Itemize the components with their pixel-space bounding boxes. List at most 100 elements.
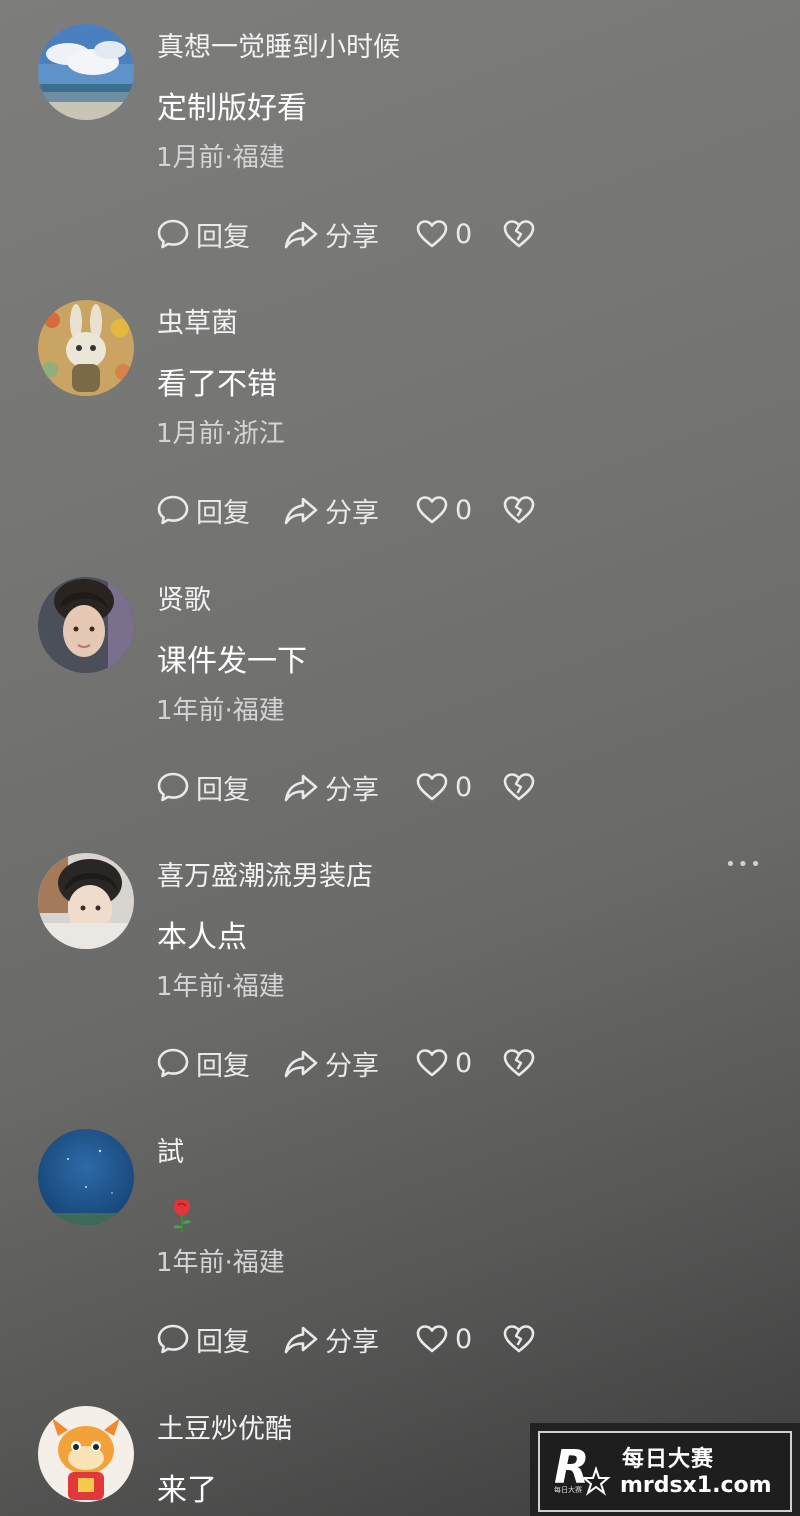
comment-meta: 1月前·福建 xyxy=(156,143,285,173)
watermark-small-text: 每日大赛 xyxy=(554,1486,582,1494)
avatar[interactable] xyxy=(38,1129,134,1225)
comment-bubble-icon xyxy=(157,219,189,249)
share-label: 分享 xyxy=(325,1050,379,1082)
avatar[interactable] xyxy=(38,853,134,949)
dislike-button[interactable] xyxy=(502,1319,536,1359)
comment-username[interactable]: 喜万盛潮流男装店 xyxy=(157,859,373,895)
like-count: 0 xyxy=(455,494,473,526)
portrait-avatar-image xyxy=(38,577,134,673)
like-count: 0 xyxy=(455,218,473,250)
portrait-avatar-image xyxy=(38,853,134,949)
like-count: 0 xyxy=(455,1047,473,1079)
avatar[interactable] xyxy=(38,300,134,396)
comment-meta: 1月前·浙江 xyxy=(156,419,285,449)
like-count: 0 xyxy=(455,1323,473,1355)
comment-username[interactable]: 試 xyxy=(157,1135,184,1171)
share-arrow-icon xyxy=(284,1326,318,1354)
broken-heart-icon xyxy=(503,1049,535,1077)
reply-label: 回复 xyxy=(196,497,250,529)
reply-label: 回复 xyxy=(196,774,250,806)
share-button[interactable]: 分享 xyxy=(283,1319,379,1359)
comment-text xyxy=(157,1194,195,1234)
comment-username[interactable]: 贤歌 xyxy=(157,583,211,619)
reply-label: 回复 xyxy=(196,1326,250,1358)
heart-icon xyxy=(416,220,448,248)
share-arrow-icon xyxy=(284,774,318,802)
dislike-button[interactable] xyxy=(502,490,536,530)
broken-heart-icon xyxy=(503,496,535,524)
comment-item: 試 1年前·福建 回复 分享 0 xyxy=(0,1105,800,1381)
share-button[interactable]: 分享 xyxy=(283,490,379,530)
rabbit-avatar-image xyxy=(38,300,134,396)
comment-username[interactable]: 真想一觉睡到小时候 xyxy=(157,30,400,66)
comment-meta: 1年前·福建 xyxy=(156,696,285,726)
heart-icon xyxy=(416,496,448,524)
watermark-title: 每日大赛 xyxy=(622,1447,715,1472)
comment-username[interactable]: 土豆炒优酷 xyxy=(157,1412,292,1448)
comment-bubble-icon xyxy=(157,772,189,802)
reply-button[interactable]: 回复 xyxy=(156,1319,250,1359)
comment-text: 课件发一下 xyxy=(157,644,307,679)
comment-actions: 回复 分享 0 xyxy=(156,214,556,254)
comment-item: 喜万盛潮流男装店 ••• 本人点 1年前·福建 回复 分享 0 xyxy=(0,829,800,1105)
dislike-button[interactable] xyxy=(502,1043,536,1083)
watermark-url: mrdsx1.com xyxy=(620,1473,772,1498)
comment-bubble-icon xyxy=(157,1048,189,1078)
heart-icon xyxy=(416,1049,448,1077)
like-button[interactable]: 0 xyxy=(415,214,472,254)
dislike-button[interactable] xyxy=(502,767,536,807)
share-button[interactable]: 分享 xyxy=(283,214,379,254)
share-arrow-icon xyxy=(284,497,318,525)
comment-bubble-icon xyxy=(157,495,189,525)
comment-actions: 回复 分享 0 xyxy=(156,767,556,807)
comment-meta: 1年前·福建 xyxy=(156,1248,285,1278)
share-arrow-icon xyxy=(284,221,318,249)
comment-actions: 回复 分享 0 xyxy=(156,1043,556,1083)
starry-sky-avatar-image xyxy=(38,1129,134,1225)
watermark-frame: R 每日大赛 每日大赛 mrdsx1.com xyxy=(538,1431,792,1512)
like-button[interactable]: 0 xyxy=(415,490,472,530)
reply-button[interactable]: 回复 xyxy=(156,490,250,530)
heart-icon xyxy=(416,1325,448,1353)
avatar[interactable] xyxy=(38,1406,134,1502)
more-options-icon[interactable]: ••• xyxy=(722,855,766,875)
heart-icon xyxy=(416,773,448,801)
broken-heart-icon xyxy=(503,1325,535,1353)
share-label: 分享 xyxy=(325,1326,379,1358)
watermark: R 每日大赛 每日大赛 mrdsx1.com xyxy=(530,1423,800,1516)
reply-button[interactable]: 回复 xyxy=(156,214,250,254)
watermark-logo-icon: R xyxy=(554,1440,611,1496)
share-label: 分享 xyxy=(325,497,379,529)
comment-username[interactable]: 虫草菌 xyxy=(157,306,238,342)
comment-text: 本人点 xyxy=(157,920,247,955)
broken-heart-icon xyxy=(503,773,535,801)
comment-item: 虫草菌 看了不错 1月前·浙江 回复 分享 0 xyxy=(0,276,800,552)
comment-bubble-icon xyxy=(157,1324,189,1354)
share-button[interactable]: 分享 xyxy=(283,767,379,807)
avatar[interactable] xyxy=(38,24,134,120)
like-button[interactable]: 0 xyxy=(415,767,472,807)
reply-label: 回复 xyxy=(196,221,250,253)
reply-button[interactable]: 回复 xyxy=(156,1043,250,1083)
comment-text: 看了不错 xyxy=(157,367,277,402)
comment-text: 定制版好看 xyxy=(157,91,307,126)
share-label: 分享 xyxy=(325,774,379,806)
like-count: 0 xyxy=(455,771,473,803)
comment-actions: 回复 分享 0 xyxy=(156,1319,556,1359)
comment-list: 真想一觉睡到小时候 定制版好看 1月前·福建 回复 分享 0 虫草菌 看了不错 … xyxy=(0,0,800,1516)
dislike-button[interactable] xyxy=(502,214,536,254)
comment-item: 贤歌 课件发一下 1年前·福建 回复 分享 0 xyxy=(0,553,800,829)
comment-item: 真想一觉睡到小时候 定制版好看 1月前·福建 回复 分享 0 xyxy=(0,0,800,276)
sky-beach-avatar-image xyxy=(38,24,134,120)
dragon-avatar-image xyxy=(38,1406,134,1502)
comment-meta: 1年前·福建 xyxy=(156,972,285,1002)
share-arrow-icon xyxy=(284,1050,318,1078)
avatar[interactable] xyxy=(38,577,134,673)
reply-button[interactable]: 回复 xyxy=(156,767,250,807)
like-button[interactable]: 0 xyxy=(415,1043,472,1083)
share-button[interactable]: 分享 xyxy=(283,1043,379,1083)
share-label: 分享 xyxy=(325,221,379,253)
like-button[interactable]: 0 xyxy=(415,1319,472,1359)
comment-actions: 回复 分享 0 xyxy=(156,490,556,530)
rose-emoji xyxy=(173,1198,191,1232)
